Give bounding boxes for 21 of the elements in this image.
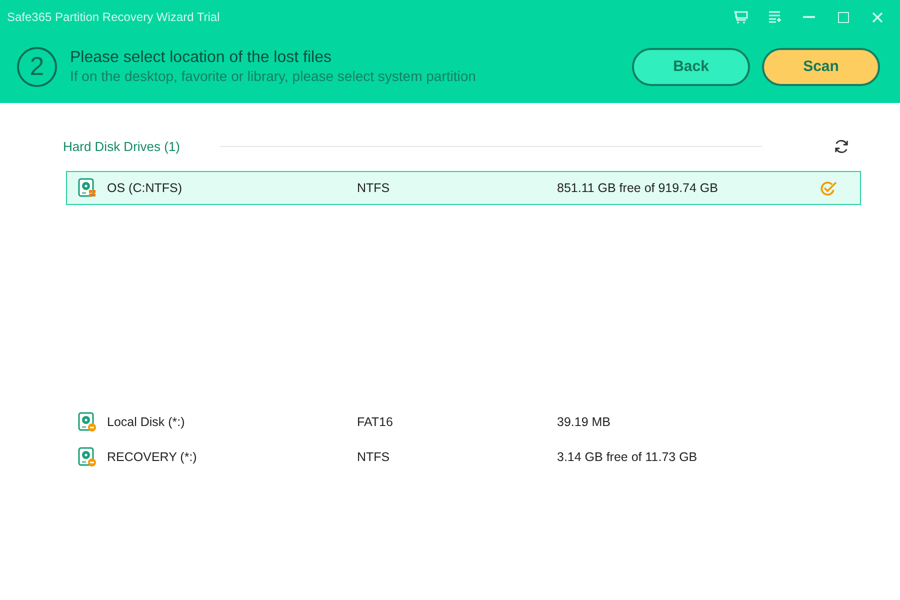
check-icon — [820, 180, 837, 196]
step-subtitle: If on the desktop, favorite or library, please select system partition — [70, 68, 477, 84]
back-button[interactable]: Back — [632, 48, 750, 86]
partition-row[interactable]: RECOVERY (*:) NTFS 3.14 GB free of 11.73 GB — [66, 440, 861, 474]
file-system: FAT16 — [357, 415, 394, 429]
partition-name: Local Disk (*:) — [107, 415, 186, 429]
step-title: Please select location of the lost files — [70, 49, 332, 67]
partition-name: RECOVERY (*:) — [107, 450, 198, 464]
partition-size: 3.14 GB free of 11.73 GB — [557, 450, 698, 464]
partition-size: 39.19 MB — [557, 415, 612, 429]
partition-row[interactable]: Local Disk (*:) FAT16 39.19 MB — [66, 405, 861, 439]
refresh-icon[interactable] — [834, 138, 849, 154]
partition-size: 851.11 GB free of 919.74 GB — [557, 181, 719, 195]
window-title: Safe365 Partition Recovery Wizard Trial — [7, 10, 221, 24]
step-number: 2 — [17, 46, 57, 86]
scan-button[interactable]: Scan — [762, 48, 880, 86]
section-title: Hard Disk Drives (1) — [63, 138, 180, 154]
partition-name: OS (C:NTFS) — [107, 181, 183, 195]
partition-row[interactable]: OS (C:NTFS) NTFS 851.11 GB free of 919.74 GB — [66, 171, 861, 205]
file-system: NTFS — [357, 181, 391, 195]
file-system: NTFS — [357, 450, 391, 464]
